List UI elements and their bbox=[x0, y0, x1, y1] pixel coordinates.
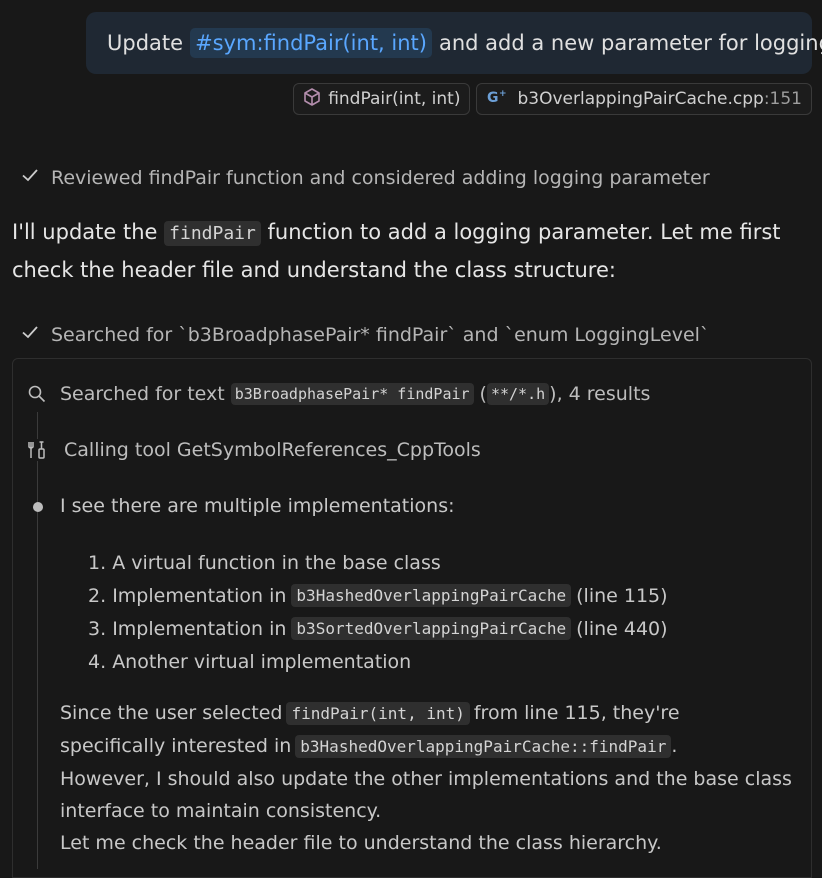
assistant-intro: I'll update the findPair function to add… bbox=[12, 214, 802, 288]
step-searched[interactable]: Searched for `b3BroadphasePair* findPair… bbox=[21, 323, 709, 346]
text: specifically interested in bbox=[60, 735, 292, 757]
tool-call-row[interactable]: Calling tool GetSymbolReferences_CppTool… bbox=[26, 439, 481, 461]
svg-text:G: G bbox=[487, 90, 499, 106]
text: Since the user selected bbox=[60, 702, 283, 724]
attached-references: findPair(int, int) G + b3OverlappingPairC… bbox=[293, 83, 812, 115]
inline-code: b3HashedOverlappingPairCache::findPair bbox=[295, 735, 672, 758]
timeline-line bbox=[37, 412, 38, 869]
inline-code: **/*.h bbox=[486, 383, 550, 405]
progress-dot bbox=[33, 502, 43, 512]
tool-call-label: Calling tool GetSymbolReferences_CppTool… bbox=[64, 439, 481, 461]
svg-text:+: + bbox=[499, 89, 507, 99]
user-message-suffix: and add a new parameter for logging bbox=[438, 31, 822, 55]
symbol-reference-chip[interactable]: #sym:findPair(int, int) bbox=[190, 28, 432, 58]
search-icon bbox=[26, 384, 48, 404]
step-label: Reviewed findPair function and considere… bbox=[51, 166, 710, 189]
list-item: 3. Implementation in b3SortedOverlapping… bbox=[88, 612, 668, 645]
list-text: Implementation in bbox=[112, 617, 287, 640]
list-num: 2. bbox=[88, 584, 107, 607]
tools-icon bbox=[26, 439, 48, 461]
inline-code: findPair bbox=[164, 221, 261, 246]
thinking-conclusion: Since the user selected findPair(int, int… bbox=[60, 697, 810, 859]
line: Since the user selected findPair(int, int… bbox=[60, 697, 810, 730]
inline-code: b3SortedOverlappingPairCache bbox=[291, 617, 572, 640]
search-result-row[interactable]: Searched for text b3BroadphasePair* find… bbox=[26, 383, 650, 405]
line: specifically interested in b3HashedOverla… bbox=[60, 730, 810, 763]
reference-label: b3OverlappingPairCache.cpp bbox=[517, 89, 764, 109]
list-num: 3. bbox=[88, 617, 107, 640]
list-after: (line 440) bbox=[576, 617, 668, 640]
list-item: 2. Implementation in b3HashedOverlapping… bbox=[88, 579, 668, 612]
search-count: ), 4 results bbox=[549, 383, 651, 405]
list-item: 1. A virtual function in the base class bbox=[88, 546, 668, 579]
list-text: Another virtual implementation bbox=[112, 650, 412, 673]
search-paren: ( bbox=[479, 383, 487, 405]
text: from line 115, they're bbox=[473, 702, 680, 724]
step-label: Searched for `b3BroadphasePair* findPair… bbox=[51, 323, 710, 346]
line: Let me check the header file to understa… bbox=[60, 832, 662, 854]
list-text: Implementation in bbox=[112, 584, 287, 607]
implementation-list: 1. A virtual function in the base class … bbox=[88, 546, 668, 678]
list-text: A virtual function in the base class bbox=[112, 551, 441, 574]
search-text: Searched for text bbox=[60, 383, 225, 405]
intro-text: I'll update the bbox=[12, 220, 158, 244]
symbol-icon bbox=[302, 87, 322, 112]
reference-label: findPair(int, int) bbox=[328, 89, 461, 109]
line: However, I should also update the other … bbox=[60, 768, 792, 790]
user-message: Update #sym:findPair(int, int) and add a… bbox=[86, 12, 822, 74]
inline-code: b3HashedOverlappingPairCache bbox=[291, 584, 572, 607]
list-num: 4. bbox=[88, 650, 107, 673]
list-item: 4. Another virtual implementation bbox=[88, 645, 668, 678]
list-num: 1. bbox=[88, 551, 107, 574]
check-icon bbox=[21, 323, 39, 346]
inline-code: b3BroadphasePair* findPair bbox=[230, 383, 474, 405]
step-reviewed[interactable]: Reviewed findPair function and considere… bbox=[21, 166, 710, 189]
thinking-lead: I see there are multiple implementations… bbox=[60, 495, 455, 517]
inline-code: findPair(int, int) bbox=[286, 702, 470, 725]
line: interface to maintain consistency. bbox=[60, 800, 382, 822]
cpp-file-icon: G + bbox=[485, 87, 511, 112]
reference-chip-file[interactable]: G + b3OverlappingPairCache.cpp:151 bbox=[476, 83, 812, 115]
reference-chip-symbol[interactable]: findPair(int, int) bbox=[293, 83, 471, 115]
user-message-prefix: Update bbox=[107, 31, 184, 55]
reference-line: :151 bbox=[763, 89, 802, 109]
check-icon bbox=[21, 166, 39, 189]
text: . bbox=[671, 735, 678, 757]
list-after: (line 115) bbox=[576, 584, 668, 607]
